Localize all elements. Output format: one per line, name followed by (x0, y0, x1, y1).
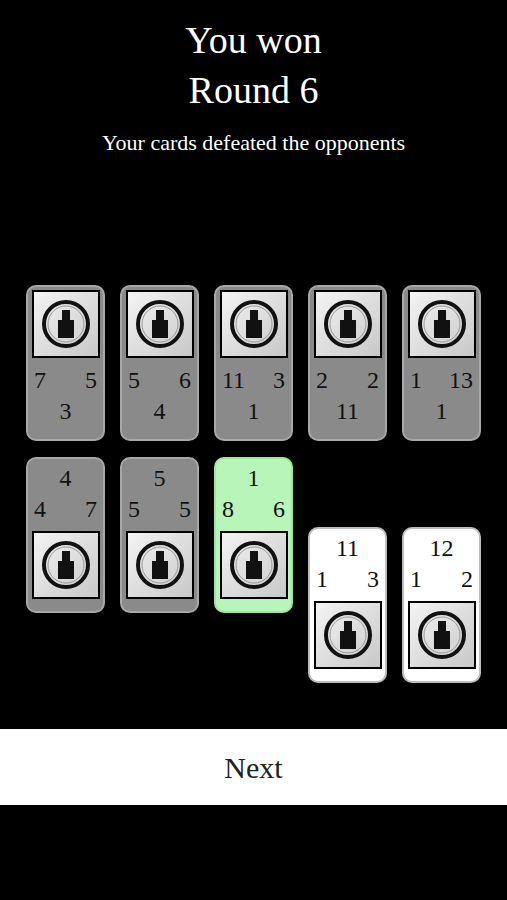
card-value: 1 (410, 563, 422, 595)
result-screen: You wonRound 6 Your cards defeated the op… (0, 0, 507, 900)
card-art (314, 601, 382, 669)
card-art (126, 531, 194, 599)
card-value: 1 (316, 563, 328, 595)
card-value: 4 (34, 493, 46, 525)
opponent-card: 11 31 (214, 285, 293, 441)
card-value: 4 (154, 396, 166, 426)
player-row: 44755518611131212 (26, 457, 481, 683)
card-value: 4 (60, 463, 72, 493)
next-button[interactable]: Next (0, 729, 507, 805)
card-art (314, 290, 382, 358)
card-value: 5 (154, 463, 166, 493)
player-card[interactable]: 1113 (308, 527, 387, 683)
card-value: 7 (85, 493, 97, 525)
result-subtitle: Your cards defeated the opponents (102, 128, 405, 158)
card-value: 1 (436, 396, 448, 426)
card-value: 12 (430, 533, 454, 563)
card-value: 5 (128, 364, 140, 396)
opponent-card: 1131 (402, 285, 481, 441)
emblem-icon (226, 296, 282, 352)
card-value: 6 (273, 493, 285, 525)
card-art (32, 290, 100, 358)
player-card[interactable]: 18 6 (214, 457, 293, 613)
card-value: 11 (336, 396, 359, 426)
emblem-icon (320, 607, 376, 663)
card-art (126, 290, 194, 358)
opponent-card: 5 64 (120, 285, 199, 441)
card-value: 5 (179, 493, 191, 525)
result-title: You won (185, 14, 322, 66)
card-art (220, 290, 288, 358)
card-value: 5 (85, 364, 97, 396)
emblem-icon (38, 537, 94, 593)
card-value: 1 (248, 463, 260, 493)
opponent-card: 2 2 11 (308, 285, 387, 441)
card-art (32, 531, 100, 599)
emblem-icon (320, 296, 376, 352)
emblem-icon (226, 537, 282, 593)
card-value: 2 (367, 364, 379, 396)
opponent-card: 7 53 (26, 285, 105, 441)
emblem-icon (132, 296, 188, 352)
player-card[interactable]: 447 (26, 457, 105, 613)
card-value: 1 (248, 396, 260, 426)
card-value: 8 (222, 493, 234, 525)
card-value: 5 (128, 493, 140, 525)
card-value: 13 (449, 364, 473, 396)
card-value: 3 (367, 563, 379, 595)
emblem-icon (38, 296, 94, 352)
round-label: Round 6 (189, 66, 319, 114)
card-art (408, 601, 476, 669)
card-value: 11 (336, 533, 359, 563)
card-art (220, 531, 288, 599)
player-card[interactable]: 555 (120, 457, 199, 613)
card-value: 2 (461, 563, 473, 595)
emblem-icon (132, 537, 188, 593)
card-value: 7 (34, 364, 46, 396)
card-value: 1 (410, 364, 422, 396)
emblem-icon (414, 296, 470, 352)
player-card[interactable]: 1212 (402, 527, 481, 683)
emblem-icon (414, 607, 470, 663)
card-value: 2 (316, 364, 328, 396)
card-value: 11 (222, 364, 245, 396)
card-value: 6 (179, 364, 191, 396)
opponent-row: 753564113122111131 (26, 285, 481, 441)
card-value: 3 (273, 364, 285, 396)
card-value: 3 (60, 396, 72, 426)
card-art (408, 290, 476, 358)
